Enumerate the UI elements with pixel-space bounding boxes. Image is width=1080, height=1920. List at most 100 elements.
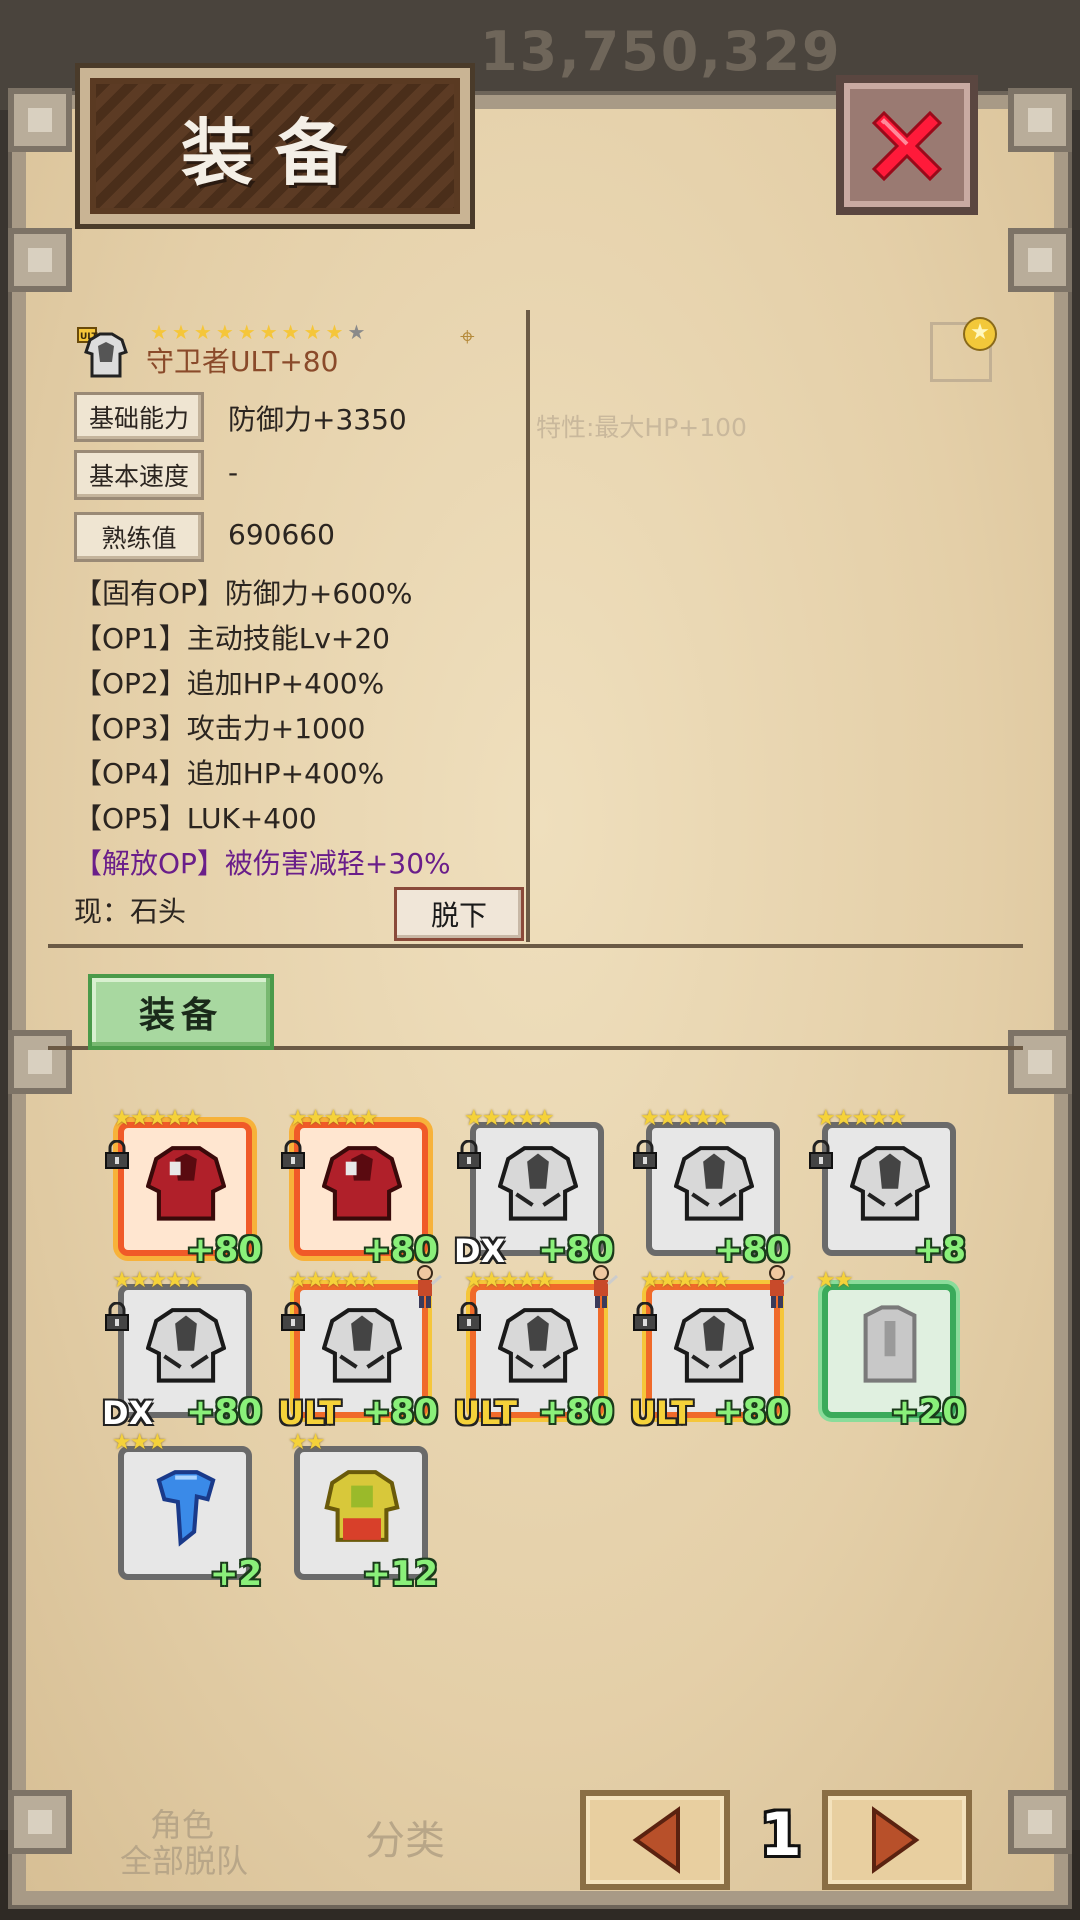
- item-name: 守卫者ULT+80: [146, 345, 339, 378]
- prev-page-button[interactable]: [580, 1790, 730, 1890]
- inventory-slot[interactable]: ★★★★★ +80: [633, 1106, 790, 1270]
- option-line: 【固有OP】防御力+600%: [74, 577, 413, 610]
- slot-level: +80: [186, 1230, 262, 1270]
- slot-stars: ★★★★★: [640, 1106, 731, 1131]
- stat-value-proficiency: 690660: [228, 518, 335, 551]
- slot-level: +20: [890, 1392, 966, 1432]
- inventory-slot[interactable]: ★★★ +2: [108, 1430, 262, 1594]
- slot-stars: ★★★★★: [464, 1106, 555, 1131]
- stat-value-speed: -: [228, 456, 239, 489]
- slot-stars: ★★★★★: [640, 1268, 731, 1293]
- equip-button[interactable]: 装备: [88, 974, 274, 1050]
- stat-value-base: 防御力+3350: [228, 403, 407, 436]
- gold-amount: 13,750,329: [480, 20, 842, 83]
- grey-armor-icon: [850, 1146, 930, 1221]
- slot-grade-tag: ULT: [278, 1394, 341, 1432]
- grey-armor-icon: [146, 1308, 226, 1383]
- slot-stars: ★★★★★: [288, 1106, 379, 1131]
- lock-icon: [457, 1140, 481, 1169]
- slot-grade-tag: ULT: [454, 1394, 517, 1432]
- slot-level: +80: [538, 1392, 614, 1432]
- slot-level: +12: [362, 1554, 438, 1594]
- slot-level: +8: [913, 1230, 966, 1270]
- grey-armor-icon: [322, 1308, 402, 1383]
- footer-remove-all: 全部脱队: [120, 1842, 249, 1880]
- option-line: 【OP5】LUK+400: [74, 802, 317, 835]
- rivet-icon: [1008, 1790, 1072, 1854]
- slot-stars: ★★★★★: [112, 1106, 203, 1131]
- rivet-icon: [8, 228, 72, 292]
- lock-icon: [281, 1140, 305, 1169]
- stat-label-speed: 基本速度: [74, 450, 204, 500]
- page-title: 装备: [180, 110, 369, 195]
- current-owner: 现：石头: [74, 895, 187, 928]
- inventory-slot[interactable]: ★★ +20: [812, 1268, 966, 1432]
- slot-grade-tag: DX: [454, 1232, 506, 1270]
- inventory-slot[interactable]: ★★★★★ DX +80: [102, 1268, 262, 1432]
- lock-icon: [281, 1302, 305, 1331]
- slot-level: +80: [362, 1392, 438, 1432]
- rivet-icon: [1008, 1030, 1072, 1094]
- trait-note: 特性:最大HP+100: [536, 413, 747, 442]
- grey-armor-icon: [498, 1146, 578, 1221]
- grey-armor-icon: [674, 1308, 754, 1383]
- grey-armor-icon: [674, 1146, 754, 1221]
- rivet-icon: [8, 1790, 72, 1854]
- rivet-icon: [1008, 228, 1072, 292]
- slot-stars: ★★: [288, 1430, 325, 1455]
- armor-icon: ULT: [77, 327, 128, 378]
- option-line: 【OP1】主动技能Lv+20: [74, 622, 390, 655]
- star-medal-icon: ★: [963, 317, 997, 351]
- close-icon: [871, 110, 943, 182]
- detail-divider: [526, 310, 530, 942]
- title-plaque: 装备: [80, 68, 470, 224]
- character-icon: [417, 1265, 442, 1308]
- red-armor-icon: [146, 1146, 226, 1221]
- inventory-slot[interactable]: ★★★★★ ULT +80: [630, 1265, 794, 1432]
- slot-grade-tag: DX: [102, 1394, 154, 1432]
- inventory-slot[interactable]: ★★★★★ +8: [809, 1106, 966, 1270]
- next-page-button[interactable]: [822, 1790, 972, 1890]
- slot-grade-tag: ULT: [630, 1394, 693, 1432]
- rivet-icon: [8, 88, 72, 152]
- red-armor-icon: [322, 1146, 402, 1221]
- rivet-icon: [1008, 88, 1072, 152]
- lock-icon: [633, 1302, 657, 1331]
- plain-armor-icon: [863, 1305, 917, 1383]
- option-line: 【OP2】追加HP+400%: [74, 667, 385, 700]
- arrow-left-icon: [632, 1806, 680, 1874]
- inventory-slot[interactable]: ★★★★★ ULT +80: [278, 1265, 442, 1432]
- slot-stars: ★★: [816, 1268, 853, 1293]
- option-line: 【OP4】追加HP+400%: [74, 757, 385, 790]
- inventory-slot[interactable]: ★★★★★ ULT +80: [454, 1265, 618, 1432]
- section-divider: [48, 944, 1023, 948]
- close-button[interactable]: [836, 75, 978, 215]
- page-number: 1: [760, 1800, 802, 1870]
- lock-icon: [105, 1302, 129, 1331]
- character-icon: [769, 1265, 794, 1308]
- lock-icon: [809, 1140, 833, 1169]
- lock-icon: [457, 1302, 481, 1331]
- slot-level: +2: [209, 1554, 262, 1594]
- rivet-icon: [8, 1030, 72, 1094]
- inventory-slot[interactable]: ★★★★★ +80: [105, 1106, 262, 1270]
- star-empty-icon: ★: [347, 320, 366, 344]
- stat-label-proficiency: 熟练值: [74, 512, 204, 562]
- character-icon: [593, 1265, 618, 1308]
- slot-stars: ★★★: [112, 1430, 167, 1455]
- option-line-release: 【解放OP】被伤害减轻+30%: [74, 847, 451, 880]
- slot-stars: ★★★★★: [112, 1268, 203, 1293]
- inventory-slot[interactable]: ★★★★★ +80: [281, 1106, 438, 1270]
- grey-armor-icon: [498, 1308, 578, 1383]
- yellow-armor-icon: [324, 1470, 400, 1542]
- slot-stars: ★★★★★: [288, 1268, 379, 1293]
- lock-icon: [105, 1140, 129, 1169]
- arrow-right-icon: [872, 1806, 920, 1874]
- skill-badge[interactable]: ★: [930, 317, 997, 382]
- inventory-slot[interactable]: ★★ +12: [284, 1430, 438, 1594]
- unequip-button[interactable]: 脱下: [394, 887, 524, 941]
- inventory-slot[interactable]: ★★★★★ DX +80: [454, 1106, 614, 1270]
- stat-label-base: 基础能力: [74, 392, 204, 442]
- option-line: 【OP3】攻击力+1000: [74, 712, 366, 745]
- crosshair-icon[interactable]: ⌖: [460, 322, 475, 353]
